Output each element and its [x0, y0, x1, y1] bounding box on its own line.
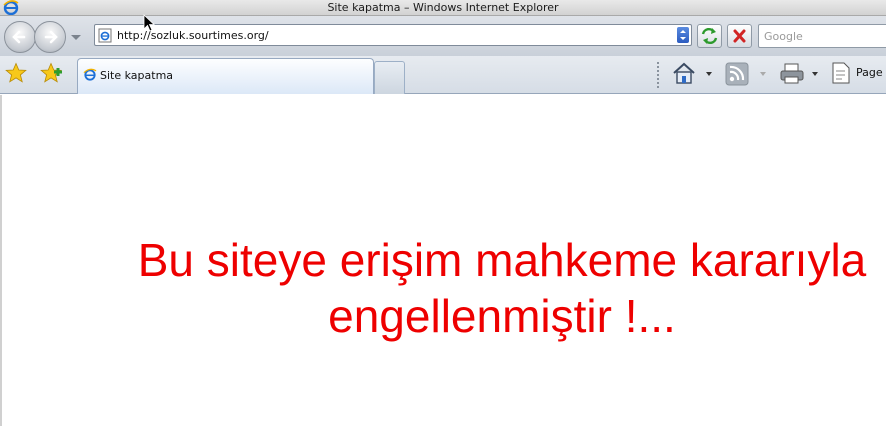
page-content: Bu siteye erişim mahkeme kararıyla engel…: [0, 95, 886, 426]
tab-site-kapatma[interactable]: Site kapatma: [77, 58, 374, 94]
updown-arrows-icon: [680, 30, 686, 40]
message-line-2: engellenmiştir !...: [328, 290, 676, 342]
recent-pages-dropdown-icon[interactable]: [70, 32, 82, 42]
address-bar[interactable]: http://sozluk.sourtimes.org/: [94, 24, 692, 46]
mouse-cursor-icon: [143, 14, 155, 32]
home-button[interactable]: [672, 60, 712, 88]
refresh-icon: [701, 27, 718, 45]
forward-button[interactable]: [34, 21, 66, 53]
tab-label: Site kapatma: [100, 69, 174, 82]
toolbar-separator: [657, 62, 659, 88]
stop-button[interactable]: [727, 24, 752, 48]
address-url: http://sozluk.sourtimes.org/: [117, 29, 269, 42]
window-titlebar: Site kapatma – Windows Internet Explorer: [0, 0, 886, 16]
message-line-1: Bu siteye erişim mahkeme kararıyla: [137, 234, 867, 286]
star-icon[interactable]: [5, 62, 27, 84]
forward-arrow-icon: [44, 30, 58, 44]
new-tab-button[interactable]: [374, 61, 405, 94]
add-favorites-icon[interactable]: [40, 62, 64, 84]
refresh-button[interactable]: [697, 24, 722, 48]
print-button[interactable]: [778, 60, 820, 88]
tab-and-command-bar: Site kapatma Page: [0, 56, 886, 94]
blocked-site-message: Bu siteye erişim mahkeme kararıyla engel…: [82, 232, 886, 344]
rss-feed-icon: [725, 62, 749, 86]
ie-page-icon: [83, 68, 97, 81]
ie-page-icon: [98, 28, 112, 43]
search-input[interactable]: Google: [758, 24, 886, 48]
page-menu-label: Page: [856, 66, 883, 79]
page-icon: [832, 62, 850, 84]
feeds-button[interactable]: [724, 60, 768, 88]
back-arrow-icon: [12, 30, 26, 44]
window-title: Site kapatma – Windows Internet Explorer: [327, 1, 559, 14]
printer-icon: [780, 63, 804, 84]
home-icon: [673, 62, 695, 84]
page-menu-button[interactable]: Page: [828, 60, 886, 88]
stop-icon: [733, 29, 746, 43]
address-dropdown-button[interactable]: [677, 27, 689, 43]
navigation-bar: http://sozluk.sourtimes.org/ Google: [0, 16, 886, 56]
back-button[interactable]: [4, 21, 36, 53]
